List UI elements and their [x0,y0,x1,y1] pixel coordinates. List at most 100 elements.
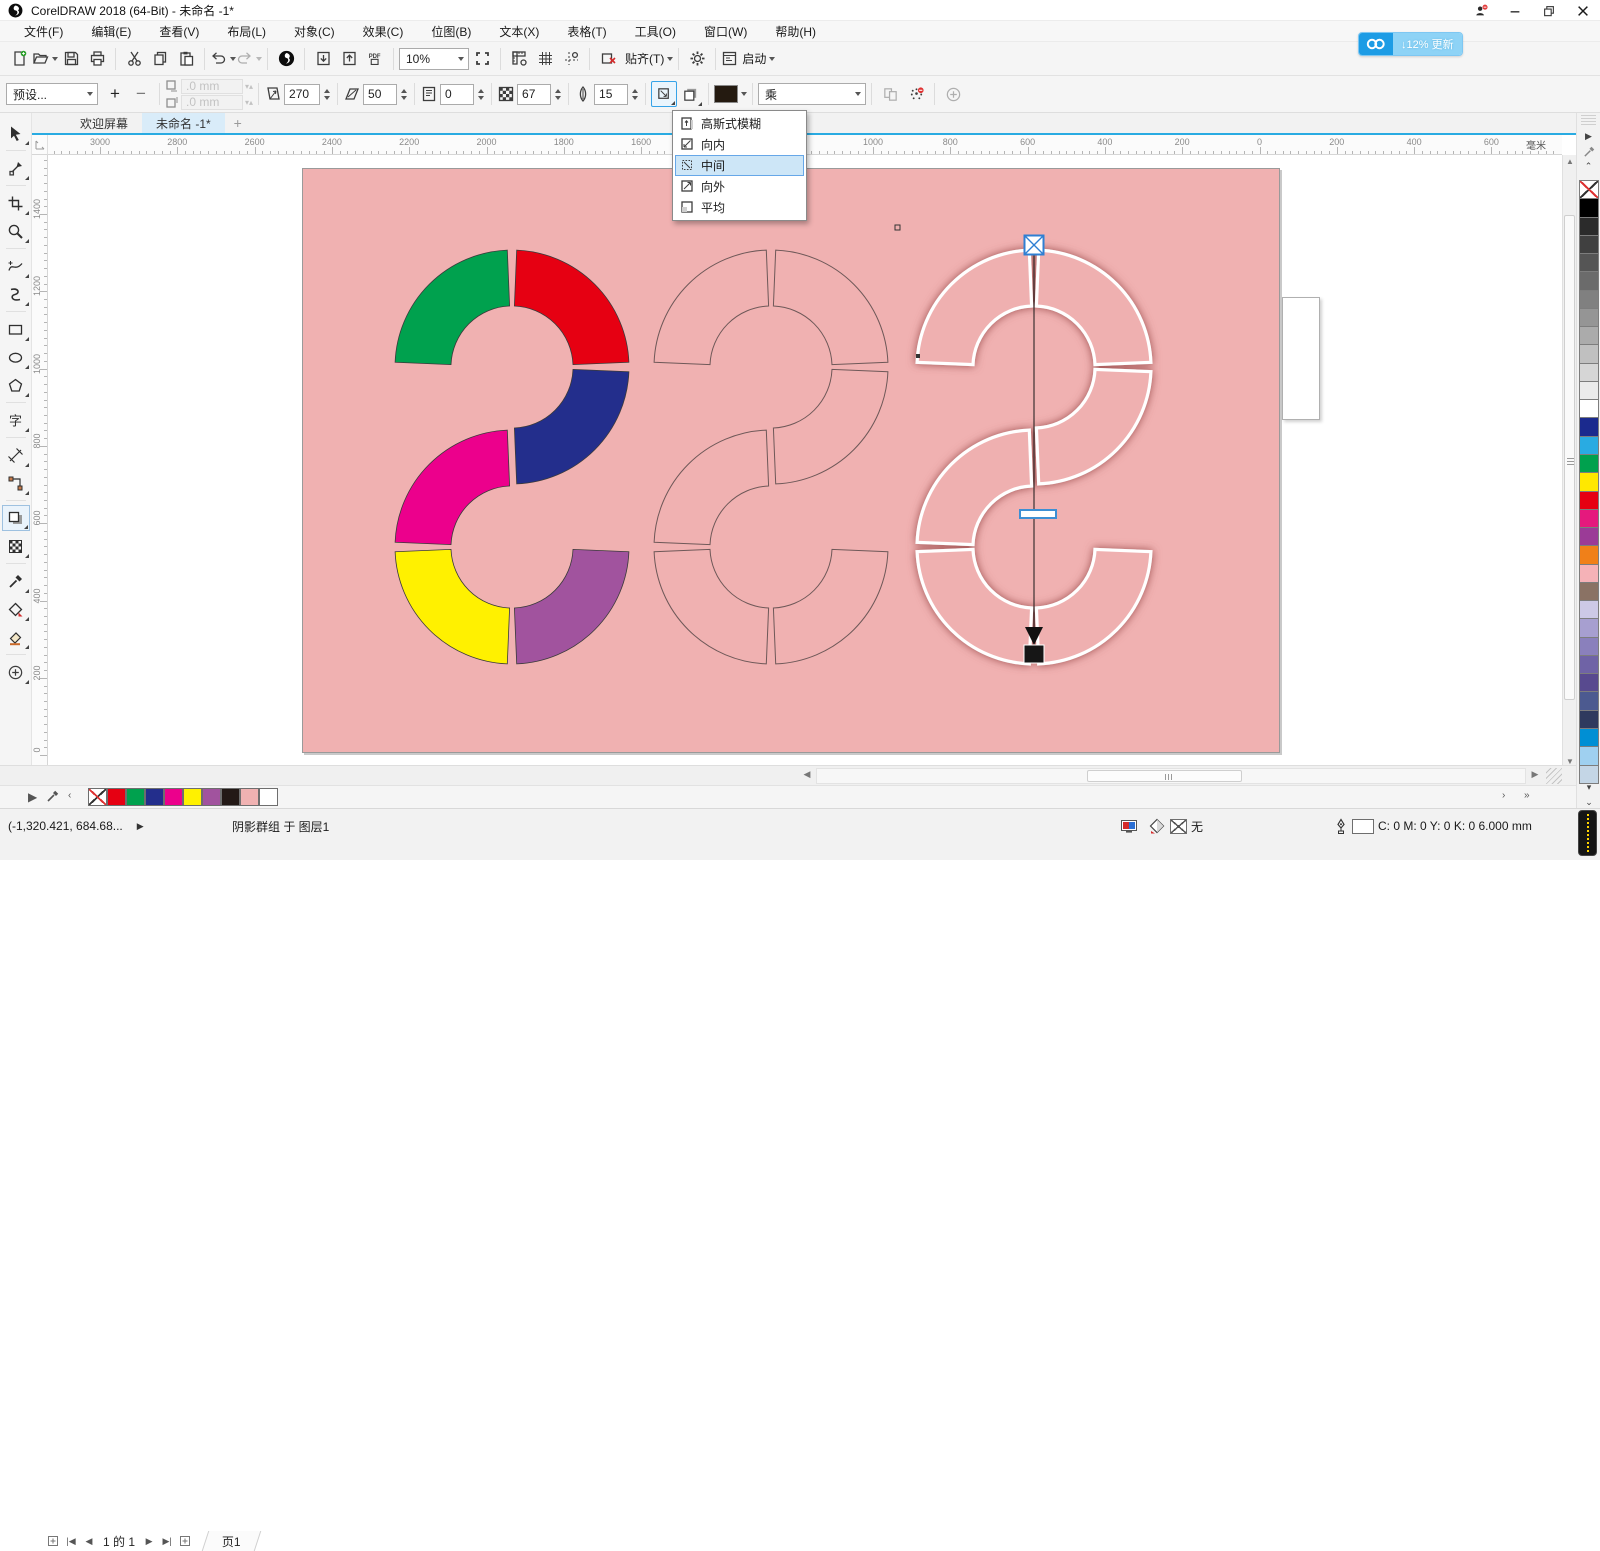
doc-swatch-none[interactable] [88,788,107,806]
welcome-home-button[interactable] [32,113,66,133]
vertical-scrollbar[interactable]: ▲ ▼ [1562,155,1576,768]
shadow-color-swatch[interactable] [714,85,738,103]
palette-expand-button[interactable]: ▾ [1577,780,1600,795]
shadow-angle-stepper[interactable] [321,84,332,105]
zoom-level-combo[interactable]: 10% [399,48,469,70]
tab-untitled-document[interactable]: 未命名 -1* [142,113,225,133]
shadow-start-handle[interactable] [1025,236,1044,255]
menu-2[interactable]: 编辑(E) [77,21,145,42]
shadow-color-picker[interactable] [714,85,747,103]
freehand-tool[interactable] [2,253,30,279]
color-swatch-29abe2[interactable] [1579,437,1599,455]
color-swatch-4c5a90[interactable] [1579,692,1599,710]
crop-tool[interactable] [2,190,30,216]
palette-scroll-right[interactable]: › [1502,790,1505,801]
doc-swatch-fff100[interactable] [183,788,202,806]
shape-tool[interactable] [2,155,30,181]
palette-scroll-left[interactable]: ‹ [68,790,71,801]
ruler-origin-corner[interactable] [32,135,48,155]
snap-off-button[interactable] [595,46,621,72]
color-swatch-555555[interactable] [1579,254,1599,272]
doc-swatch-232e8c[interactable] [145,788,164,806]
color-swatch-008fd4[interactable] [1579,729,1599,747]
proof-colors-icon[interactable] [1120,819,1138,834]
menu-12[interactable]: 帮助(H) [761,21,830,42]
color-swatch-cdc9e6[interactable] [1579,601,1599,619]
previous-page-button[interactable]: ◀ [81,1533,97,1549]
color-swatch-ababab[interactable] [1579,327,1599,345]
shadow-stretch-stepper[interactable] [398,84,409,105]
s-shape-outline[interactable] [654,250,888,664]
smart-fill-tool[interactable] [2,624,30,650]
color-swatch-00a14e[interactable] [1579,455,1599,473]
copy-shadow-properties-button[interactable] [877,81,903,107]
rectangle-tool[interactable] [2,316,30,342]
copy-button[interactable] [147,46,173,72]
redo-button[interactable] [236,46,262,72]
resize-grip[interactable] [1546,768,1562,784]
show-guidelines-button[interactable] [558,46,584,72]
restore-button[interactable] [1532,1,1566,21]
horizontal-scrollbar-thumb[interactable] [1087,770,1242,782]
first-page-button[interactable]: |◀ [63,1533,79,1549]
palette-scroll-up-button[interactable]: ⌃ [1577,159,1600,174]
shadow-fade-field[interactable]: 0 [440,84,474,105]
color-swatch-1b2a8e[interactable] [1579,418,1599,436]
show-grid-button[interactable] [532,46,558,72]
undo-button[interactable] [210,46,236,72]
artistic-media-tool[interactable] [2,281,30,307]
account-button[interactable] [1464,1,1498,21]
color-swatch-e5197d[interactable] [1579,510,1599,528]
vertical-scrollbar-thumb[interactable] [1564,215,1575,700]
clear-shadow-button[interactable] [903,81,929,107]
print-button[interactable] [84,46,110,72]
color-swatch-c0c0c0[interactable] [1579,345,1599,363]
shadow-angle-field[interactable]: 270 [284,84,320,105]
menu-5[interactable]: 对象(C) [280,21,349,42]
doc-swatch-ec008c[interactable] [164,788,183,806]
color-swatch-8a80bc[interactable] [1579,638,1599,656]
drawing-canvas[interactable] [48,155,1562,765]
doc-swatch-00a14e[interactable] [126,788,145,806]
import-button[interactable] [310,46,336,72]
show-rulers-button[interactable] [506,46,532,72]
full-screen-preview-button[interactable] [469,46,495,72]
document-page[interactable] [302,168,1280,753]
palette-scroll-end[interactable]: » [1524,790,1530,801]
color-swatch-d6d6d6[interactable] [1579,364,1599,382]
color-swatch-6b6b6b[interactable] [1579,272,1599,290]
quick-customize-button[interactable] [940,81,966,107]
menu-1[interactable]: 文件(F) [10,21,77,42]
color-swatch-9b3b97[interactable] [1579,528,1599,546]
menu-6[interactable]: 效果(C) [349,21,418,42]
new-document-button[interactable] [6,46,32,72]
doc-swatch-e60012[interactable] [107,788,126,806]
white-rectangle-object[interactable] [1282,297,1320,420]
color-swatch-8a7264[interactable] [1579,583,1599,601]
menu-4[interactable]: 布局(L) [213,21,280,42]
color-swatch-ebebeb[interactable] [1579,382,1599,400]
color-eyedropper-tool[interactable] [2,568,30,594]
menu-8[interactable]: 文本(X) [485,21,553,42]
palette-eyedropper-button[interactable] [1577,144,1600,159]
color-swatch-959595[interactable] [1579,309,1599,327]
menu-11[interactable]: 窗口(W) [690,21,761,42]
feather-direction-button[interactable] [651,81,677,107]
shadow-opacity-field[interactable]: 67 [517,84,551,105]
doc-swatch-a1539e[interactable] [202,788,221,806]
color-swatch-9fd0f0[interactable] [1579,747,1599,765]
export-button[interactable] [336,46,362,72]
last-page-button[interactable]: ▶| [159,1533,175,1549]
shadow-end-handle[interactable] [1024,645,1044,663]
shadow-feather-stepper[interactable] [629,84,640,105]
color-swatch-000000[interactable] [1579,199,1599,217]
color-swatch-ffffff[interactable] [1579,400,1599,418]
dimension-tool[interactable] [2,442,30,468]
scroll-right-arrow[interactable]: ▶ [1528,769,1542,783]
options-button[interactable] [684,46,710,72]
shadow-stretch-field[interactable]: 50 [363,84,397,105]
delete-preset-button[interactable]: − [128,81,154,107]
color-swatch-ffe800[interactable] [1579,473,1599,491]
shadow-opacity-slider[interactable] [1020,510,1056,518]
color-swatch-808080[interactable] [1579,291,1599,309]
